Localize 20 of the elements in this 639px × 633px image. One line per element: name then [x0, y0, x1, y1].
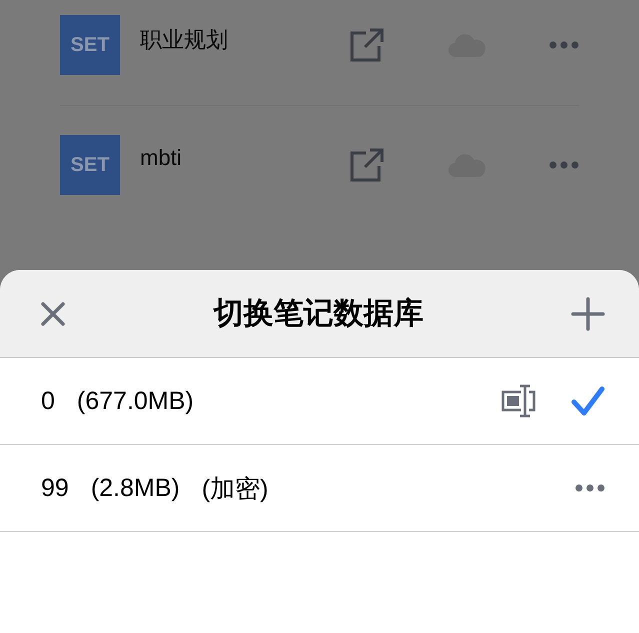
share-icon[interactable]: [350, 148, 384, 182]
note-title[interactable]: 职业规划: [140, 25, 330, 55]
more-icon[interactable]: [575, 484, 605, 492]
share-icon[interactable]: [350, 28, 384, 62]
database-name: 0: [41, 386, 55, 416]
more-icon[interactable]: [549, 41, 579, 49]
database-size: (677.0MB): [76, 386, 194, 416]
note-title[interactable]: mbti: [140, 145, 330, 171]
database-row[interactable]: 99 (2.8MB) (加密): [0, 445, 639, 532]
database-note: (加密): [202, 474, 268, 504]
note-badge: SET: [60, 135, 120, 195]
database-row[interactable]: 0 (677.0MB): [0, 358, 639, 445]
note-badge: SET: [60, 15, 120, 75]
add-button[interactable]: [571, 296, 605, 330]
rename-icon[interactable]: [501, 384, 537, 418]
close-button[interactable]: [40, 300, 66, 326]
database-name: 99: [41, 474, 69, 502]
sheet-title: 切换笔记数据库: [214, 296, 424, 332]
more-icon[interactable]: [549, 161, 579, 169]
database-size: (2.8MB): [90, 474, 180, 502]
